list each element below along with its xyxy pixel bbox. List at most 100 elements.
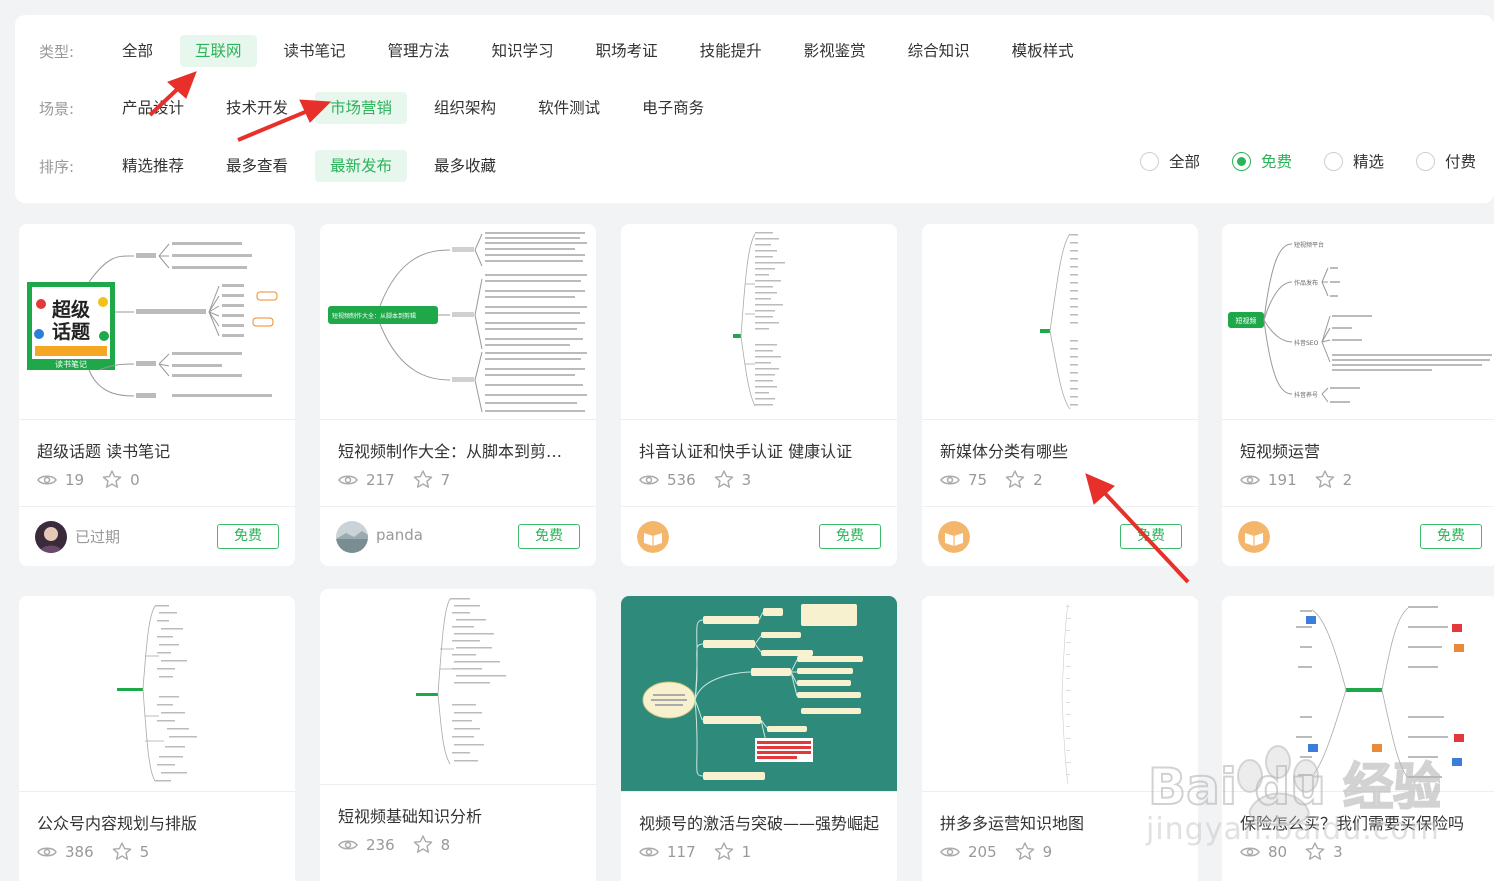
price-radio-group: 全部 免费 精选 付费 [1108,150,1476,172]
card-thumbnail: 超级 话题 读书笔记 [19,224,295,420]
type-chip-certification[interactable]: 职场考证 [581,35,673,67]
star-count-value: 5 [139,842,150,861]
template-card[interactable]: 拼多多运营知识地图 205 9 [922,596,1198,881]
template-card[interactable]: 超级 话题 读书笔记 超级话题 读书笔记 19 0 已过期 免费 [19,224,295,566]
star-count: 2 [1005,470,1043,489]
template-card[interactable]: 保险怎么买？我们需要买保险吗 80 3 [1222,596,1494,881]
price-radio-featured[interactable]: 精选 [1323,150,1384,172]
radio-label: 全部 [1168,153,1200,171]
radio-label: 付费 [1444,153,1476,171]
view-count: 217 [338,471,395,489]
avatar[interactable] [637,521,669,553]
star-count-value: 3 [741,470,752,489]
card-thumbnail [621,224,897,420]
book-subtitle: 读书笔记 [55,359,87,369]
card-title[interactable]: 公众号内容规划与排版 [37,810,277,834]
type-chip-film[interactable]: 影视鉴赏 [789,35,881,67]
user-name[interactable]: 已过期 [75,526,120,547]
type-chip-internet[interactable]: 互联网 [180,35,257,67]
template-card[interactable]: 视频号的激活与突破——强势崛起 117 1 [621,596,897,881]
card-title[interactable]: 短视频制作大全：从脚本到剪辑的完整流程 [338,438,578,462]
eye-icon [639,847,659,856]
card-title[interactable]: 短视频基础知识分析 [338,803,578,827]
card-title[interactable]: 视频号的激活与突破——强势崛起 [639,810,879,834]
radio-dot [1323,151,1343,171]
card-footer: 已过期 免费 [19,506,295,566]
template-card[interactable]: 抖音认证和快手认证 健康认证 536 3 免费 [621,224,897,566]
scene-chip-tech[interactable]: 技术开发 [211,92,303,124]
star-count-value: 2 [1342,470,1353,489]
star-count-value: 7 [440,470,451,489]
scene-chip-testing[interactable]: 软件测试 [523,92,615,124]
star-icon [112,842,131,860]
eye-icon [338,840,358,849]
star-count: 9 [1015,842,1052,861]
card-thumbnail [621,596,897,792]
scene-chip-product[interactable]: 产品设计 [107,92,199,124]
template-card[interactable]: 短视频基础知识分析 236 8 [320,589,596,881]
sort-label: 排序: [39,157,75,176]
mindmap-preview: 超级 话题 读书笔记 [27,242,278,398]
star-icon [1005,470,1025,488]
scene-chip-org[interactable]: 组织架构 [419,92,511,124]
view-count: 75 [940,471,987,489]
view-count: 191 [1240,471,1297,489]
avatar[interactable] [1238,521,1270,553]
card-title[interactable]: 新媒体分类有哪些 [940,438,1180,462]
user-name[interactable]: panda [376,526,423,544]
radio-dot [1231,151,1251,171]
template-card[interactable]: 短视频 短视频平台 作品发布 抖音SEO 抖音养号 短视频运营 191 2 免费 [1222,224,1494,566]
star-count-value: 8 [440,835,451,854]
price-radio-free[interactable]: 免费 [1231,150,1292,172]
mindmap-preview [117,605,197,782]
type-chip-general[interactable]: 综合知识 [893,35,985,67]
filter-panel: 类型: 全部 互联网 读书笔记 管理方法 知识学习 职场考证 技能提升 影视鉴赏… [15,15,1494,203]
eye-icon [940,475,960,484]
book-avatar-icon [1238,521,1270,553]
sort-chip-most-saved[interactable]: 最多收藏 [419,150,511,182]
mindmap-preview: 短视频 短视频平台 作品发布 抖音SEO 抖音养号 [1228,241,1492,403]
radio-label: 免费 [1260,153,1292,171]
template-card[interactable]: 新媒体分类有哪些 75 2 免费 [922,224,1198,566]
card-title[interactable]: 超级话题 读书笔记 [37,438,277,462]
book-title-line1: 超级 [51,298,90,321]
sort-chip-featured[interactable]: 精选推荐 [107,150,199,182]
card-thumbnail [320,589,596,785]
template-card[interactable]: 公众号内容规划与排版 386 5 [19,596,295,881]
mindmap-preview [642,604,863,780]
sort-chip-newest[interactable]: 最新发布 [315,150,408,182]
card-stats: 191 2 [1240,470,1370,489]
eye-icon [1240,475,1260,484]
card-title[interactable]: 拼多多运营知识地图 [940,810,1180,834]
type-chip-management[interactable]: 管理方法 [373,35,465,67]
type-chip-skills[interactable]: 技能提升 [685,35,777,67]
mindmap-preview [1061,603,1071,785]
view-count-value: 191 [1268,470,1297,489]
avatar[interactable] [336,521,368,553]
card-title[interactable]: 短视频运营 [1240,438,1480,462]
view-count-value: 19 [65,470,85,489]
card-thumbnail [922,596,1198,792]
avatar[interactable] [35,521,67,553]
price-radio-paid[interactable]: 付费 [1415,150,1476,172]
mindmap-node: 抖音养号 [1294,391,1318,399]
star-icon [714,470,733,488]
card-title[interactable]: 抖音认证和快手认证 健康认证 [639,438,879,462]
price-radio-all[interactable]: 全部 [1139,150,1200,172]
type-chip-all[interactable]: 全部 [107,35,168,67]
scene-chip-ecommerce[interactable]: 电子商务 [627,92,719,124]
card-stats: 19 0 [37,470,158,489]
view-count-value: 80 [1268,842,1288,861]
type-chip-reading-notes[interactable]: 读书笔记 [269,35,361,67]
card-title[interactable]: 保险怎么买？我们需要买保险吗 [1240,810,1480,834]
sort-row: 排序: 精选推荐 最多查看 最新发布 最多收藏 [15,149,523,183]
template-card[interactable]: 短视频制作大全：从脚本到剪辑 短视频制作大全：从脚本到剪辑的完整流程 217 7 [320,224,596,566]
eye-icon [338,475,358,484]
avatar[interactable] [938,521,970,553]
scene-chip-marketing[interactable]: 市场营销 [315,92,408,124]
type-chip-templates[interactable]: 模板样式 [997,35,1089,67]
sort-chip-most-viewed[interactable]: 最多查看 [211,150,303,182]
type-chip-learning[interactable]: 知识学习 [477,35,569,67]
view-count-value: 536 [667,470,696,489]
view-count: 236 [338,836,395,854]
